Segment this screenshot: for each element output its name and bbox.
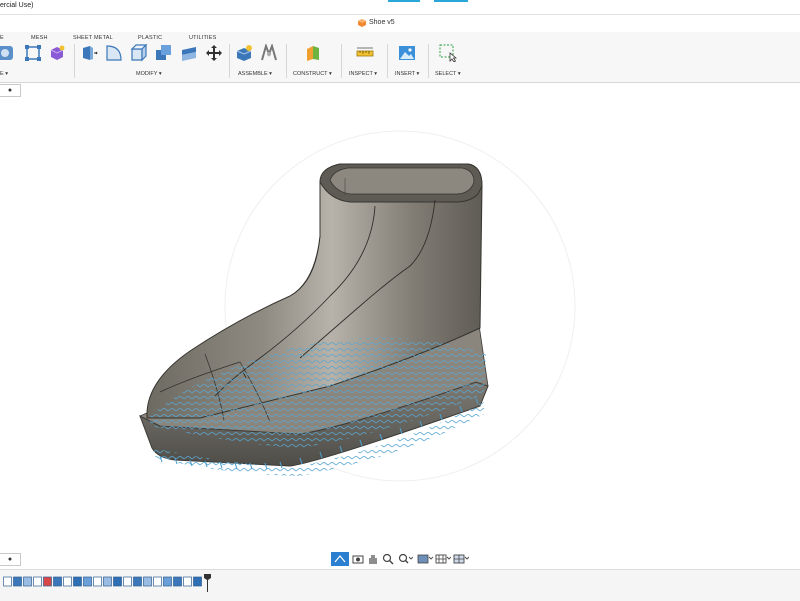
viewports-icon[interactable] bbox=[453, 552, 469, 566]
mesh-body-icon[interactable] bbox=[48, 44, 66, 62]
document-tab[interactable]: Shoe v5 bbox=[0, 15, 800, 32]
timeline-feature[interactable] bbox=[113, 576, 122, 587]
divider bbox=[229, 44, 230, 78]
timeline-feature[interactable] bbox=[163, 576, 172, 587]
orbit-icon[interactable] bbox=[331, 552, 349, 566]
divider bbox=[341, 44, 342, 78]
timeline-feature[interactable] bbox=[103, 576, 112, 587]
timeline-feature[interactable] bbox=[73, 576, 82, 587]
inspect-group-label[interactable]: INSPECT ▾ bbox=[349, 71, 377, 77]
timeline-feature-active[interactable] bbox=[43, 576, 52, 587]
zoom-icon[interactable] bbox=[382, 552, 394, 566]
timeline bbox=[0, 569, 800, 601]
insert-image-icon[interactable] bbox=[398, 44, 416, 62]
tab-sheet-metal[interactable]: SHEET METAL bbox=[73, 35, 113, 41]
tab-plastic[interactable]: PLASTIC bbox=[138, 35, 162, 41]
timeline-feature[interactable] bbox=[193, 576, 202, 587]
comments-toggle[interactable]: ● bbox=[0, 553, 21, 566]
timeline-feature[interactable] bbox=[173, 576, 182, 587]
app-title: ercial Use) bbox=[0, 2, 34, 9]
timeline-feature[interactable] bbox=[143, 576, 152, 587]
timeline-marker[interactable] bbox=[203, 573, 212, 593]
timeline-feature[interactable] bbox=[153, 576, 162, 587]
pan-icon[interactable] bbox=[367, 552, 379, 566]
move-copy-icon[interactable] bbox=[205, 44, 223, 62]
offset-plane-icon[interactable] bbox=[304, 44, 322, 62]
insert-group-label[interactable]: INSERT ▾ bbox=[395, 71, 419, 77]
divider bbox=[428, 44, 429, 78]
tab-utilities[interactable]: UTILITIES bbox=[189, 35, 216, 41]
timeline-feature[interactable] bbox=[3, 576, 12, 587]
timeline-feature[interactable] bbox=[63, 576, 72, 587]
document-title: Shoe v5 bbox=[369, 19, 395, 26]
timeline-feature[interactable] bbox=[83, 576, 92, 587]
navigation-bar bbox=[331, 552, 469, 567]
accent-strip bbox=[388, 0, 420, 2]
create-group-label[interactable]: E ▾ bbox=[0, 71, 8, 77]
press-pull-icon[interactable] bbox=[80, 44, 98, 62]
select-group-label[interactable]: SELECT ▾ bbox=[435, 71, 461, 77]
assemble-group-label[interactable]: ASSEMBLE ▾ bbox=[238, 71, 272, 77]
timeline-feature[interactable] bbox=[13, 576, 22, 587]
create-form-icon[interactable] bbox=[0, 44, 14, 62]
timeline-feature[interactable] bbox=[133, 576, 142, 587]
accent-strip bbox=[434, 0, 468, 2]
document-icon bbox=[358, 19, 366, 27]
shoe-model bbox=[139, 163, 489, 476]
fit-icon[interactable] bbox=[397, 552, 413, 566]
construct-group-label[interactable]: CONSTRUCT ▾ bbox=[293, 71, 332, 77]
timeline-feature[interactable] bbox=[93, 576, 102, 587]
divider bbox=[74, 44, 75, 78]
new-component-icon[interactable] bbox=[235, 44, 253, 62]
mesh-edit-icon[interactable] bbox=[24, 44, 42, 62]
combine-icon[interactable] bbox=[155, 44, 173, 62]
title-bar: ercial Use) bbox=[0, 0, 800, 15]
display-settings-icon[interactable] bbox=[417, 552, 433, 566]
divider bbox=[387, 44, 388, 78]
tab-mesh[interactable]: MESH bbox=[31, 35, 48, 41]
divider bbox=[286, 44, 287, 78]
grid-settings-icon[interactable] bbox=[435, 552, 451, 566]
fillet-icon[interactable] bbox=[105, 44, 123, 62]
timeline-feature[interactable] bbox=[123, 576, 132, 587]
joint-icon[interactable] bbox=[260, 44, 278, 62]
tab-solid[interactable]: E bbox=[0, 35, 4, 41]
look-at-icon[interactable] bbox=[352, 552, 364, 566]
toolbar-ribbon: E MESH SHEET METAL PLASTIC UTILITIES E ▾ bbox=[0, 32, 800, 83]
timeline-feature[interactable] bbox=[23, 576, 32, 587]
modify-group-label[interactable]: MODIFY ▾ bbox=[136, 71, 162, 77]
shell-icon[interactable] bbox=[130, 44, 148, 62]
replace-face-icon[interactable] bbox=[180, 44, 198, 62]
timeline-feature[interactable] bbox=[183, 576, 192, 587]
measure-icon[interactable] bbox=[356, 44, 374, 62]
timeline-feature[interactable] bbox=[53, 576, 62, 587]
timeline-feature[interactable] bbox=[33, 576, 42, 587]
canvas-viewport[interactable] bbox=[0, 96, 800, 548]
select-icon[interactable] bbox=[439, 44, 457, 62]
